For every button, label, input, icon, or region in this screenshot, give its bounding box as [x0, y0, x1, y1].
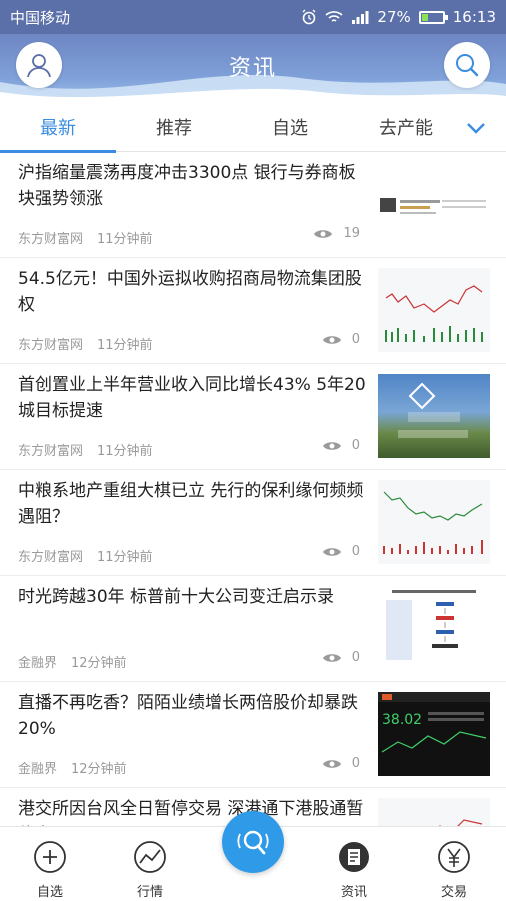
news-item[interactable]: 沪指缩量震荡再度冲击3300点 银行与券商板块强势领涨 东方财富网 11分钟前 … — [0, 152, 506, 258]
news-thumbnail — [378, 798, 490, 826]
news-time: 12分钟前 — [71, 762, 127, 777]
tab-watchlist[interactable]: 自选 — [232, 106, 348, 152]
news-item[interactable]: 直播不再吃香？陌陌业绩增长两倍股价却暴跌20% 金融界 12分钟前 0 38.0… — [0, 682, 506, 788]
page-title: 资讯 — [228, 56, 277, 81]
nav-watchlist[interactable]: 自选 — [10, 827, 90, 901]
news-item[interactable]: 54.5亿元！中国外运拟收购招商局物流集团股权 东方财富网 11分钟前 0 — [0, 258, 506, 364]
news-source: 东方财富网 — [18, 444, 84, 459]
app-header: 资讯 — [0, 34, 506, 106]
news-time: 12分钟前 — [71, 656, 127, 671]
news-source: 东方财富网 — [18, 550, 84, 565]
news-thumbnail — [378, 480, 490, 564]
view-count: 0 — [351, 438, 360, 453]
news-meta: 东方财富网 11分钟前 — [18, 440, 153, 459]
news-views: 0 — [300, 756, 360, 771]
news-meta: 金融界 12分钟前 — [18, 758, 127, 777]
news-views: 0 — [300, 332, 360, 347]
news-thumbnail: 38.02 — [378, 692, 490, 776]
nav-label: 自选 — [36, 885, 63, 900]
news-meta: 东方财富网 11分钟前 — [18, 334, 153, 353]
radar-search-icon — [237, 830, 269, 855]
news-doc-icon — [339, 842, 369, 872]
chevron-down-icon[interactable] — [464, 116, 488, 140]
news-headline: 首创置业上半年营业收入同比增长43% 5年20城目标提速 — [18, 375, 366, 421]
trend-chart-icon — [134, 841, 166, 873]
news-views: 19 — [300, 226, 360, 241]
news-thumbnail — [378, 162, 490, 246]
eye-icon — [322, 547, 341, 556]
news-time: 11分钟前 — [97, 338, 153, 353]
tab-latest[interactable]: 最新 — [0, 106, 116, 153]
clock-time: 16:13 — [452, 8, 496, 26]
search-icon — [456, 54, 479, 77]
news-source: 东方财富网 — [18, 232, 84, 247]
status-icons: 27% 16:13 — [301, 8, 496, 26]
view-count: 0 — [351, 650, 360, 665]
news-meta: 东方财富网 11分钟前 — [18, 228, 153, 247]
eye-icon — [322, 441, 341, 450]
tab-recommended[interactable]: 推荐 — [116, 106, 232, 152]
news-item[interactable]: 中粮系地产重组大棋已立 先行的保利缘何频频遇阻？ 东方财富网 11分钟前 0 — [0, 470, 506, 576]
news-thumbnail — [378, 586, 490, 670]
news-item[interactable]: 时光跨越30年 标普前十大公司变迁启示录 金融界 12分钟前 0 — [0, 576, 506, 682]
news-source: 金融界 — [18, 656, 58, 671]
nav-label: 交易 — [440, 885, 467, 900]
news-headline: 时光跨越30年 标普前十大公司变迁启示录 — [18, 587, 335, 607]
news-time: 11分钟前 — [97, 444, 153, 459]
eye-icon — [322, 759, 341, 768]
center-search-button[interactable] — [222, 811, 284, 873]
nav-market[interactable]: 行情 — [110, 827, 190, 901]
view-count: 19 — [343, 226, 360, 241]
battery-icon — [418, 10, 448, 24]
eye-icon — [322, 335, 341, 344]
news-headline: 直播不再吃香？陌陌业绩增长两倍股价却暴跌20% — [18, 693, 358, 739]
status-bar: 中国移动 27% 16:13 — [0, 0, 506, 34]
eye-icon — [322, 653, 341, 662]
news-meta: 金融界 12分钟前 — [18, 652, 127, 671]
view-count: 0 — [351, 756, 360, 771]
nav-label: 行情 — [136, 885, 163, 900]
news-views: 0 — [300, 650, 360, 665]
news-time: 11分钟前 — [97, 232, 153, 247]
news-views: 0 — [300, 544, 360, 559]
category-tabs: 最新 推荐 自选 去产能 — [0, 106, 506, 153]
news-list: 沪指缩量震荡再度冲击3300点 银行与券商板块强势领涨 东方财富网 11分钟前 … — [0, 152, 506, 826]
news-item[interactable]: 首创置业上半年营业收入同比增长43% 5年20城目标提速 东方财富网 11分钟前… — [0, 364, 506, 470]
news-source: 金融界 — [18, 762, 58, 777]
carrier-label: 中国移动 — [10, 8, 71, 27]
eye-icon — [314, 229, 333, 238]
nav-news[interactable]: 资讯 — [314, 827, 394, 901]
tab-capacity-cut[interactable]: 去产能 — [348, 106, 464, 152]
news-time: 11分钟前 — [97, 550, 153, 565]
nav-trade[interactable]: 交易 — [414, 827, 494, 901]
quote-price: 38.02 — [382, 712, 422, 728]
news-views: 0 — [300, 438, 360, 453]
nav-label: 资讯 — [340, 885, 367, 900]
plus-circle-icon — [34, 841, 66, 873]
view-count: 0 — [351, 332, 360, 347]
wifi-icon — [325, 11, 343, 22]
news-meta: 东方财富网 11分钟前 — [18, 546, 153, 565]
alarm-icon — [302, 9, 316, 25]
search-button[interactable] — [444, 42, 490, 88]
news-thumbnail — [378, 268, 490, 352]
battery-percent: 27% — [377, 8, 411, 26]
news-source: 东方财富网 — [18, 338, 84, 353]
news-headline: 沪指缩量震荡再度冲击3300点 银行与券商板块强势领涨 — [18, 163, 356, 209]
view-count: 0 — [351, 544, 360, 559]
bottom-navigation: 自选 行情 资讯 交易 — [0, 811, 506, 901]
signal-icon — [352, 11, 369, 24]
news-headline: 中粮系地产重组大棋已立 先行的保利缘何频频遇阻？ — [18, 481, 364, 527]
news-headline: 54.5亿元！中国外运拟收购招商局物流集团股权 — [18, 269, 362, 315]
news-thumbnail — [378, 374, 490, 458]
news-headline: 港交所因台风全日暂停交易 深港通下港股通暂停交易 — [18, 799, 364, 826]
yuan-icon — [438, 841, 470, 873]
